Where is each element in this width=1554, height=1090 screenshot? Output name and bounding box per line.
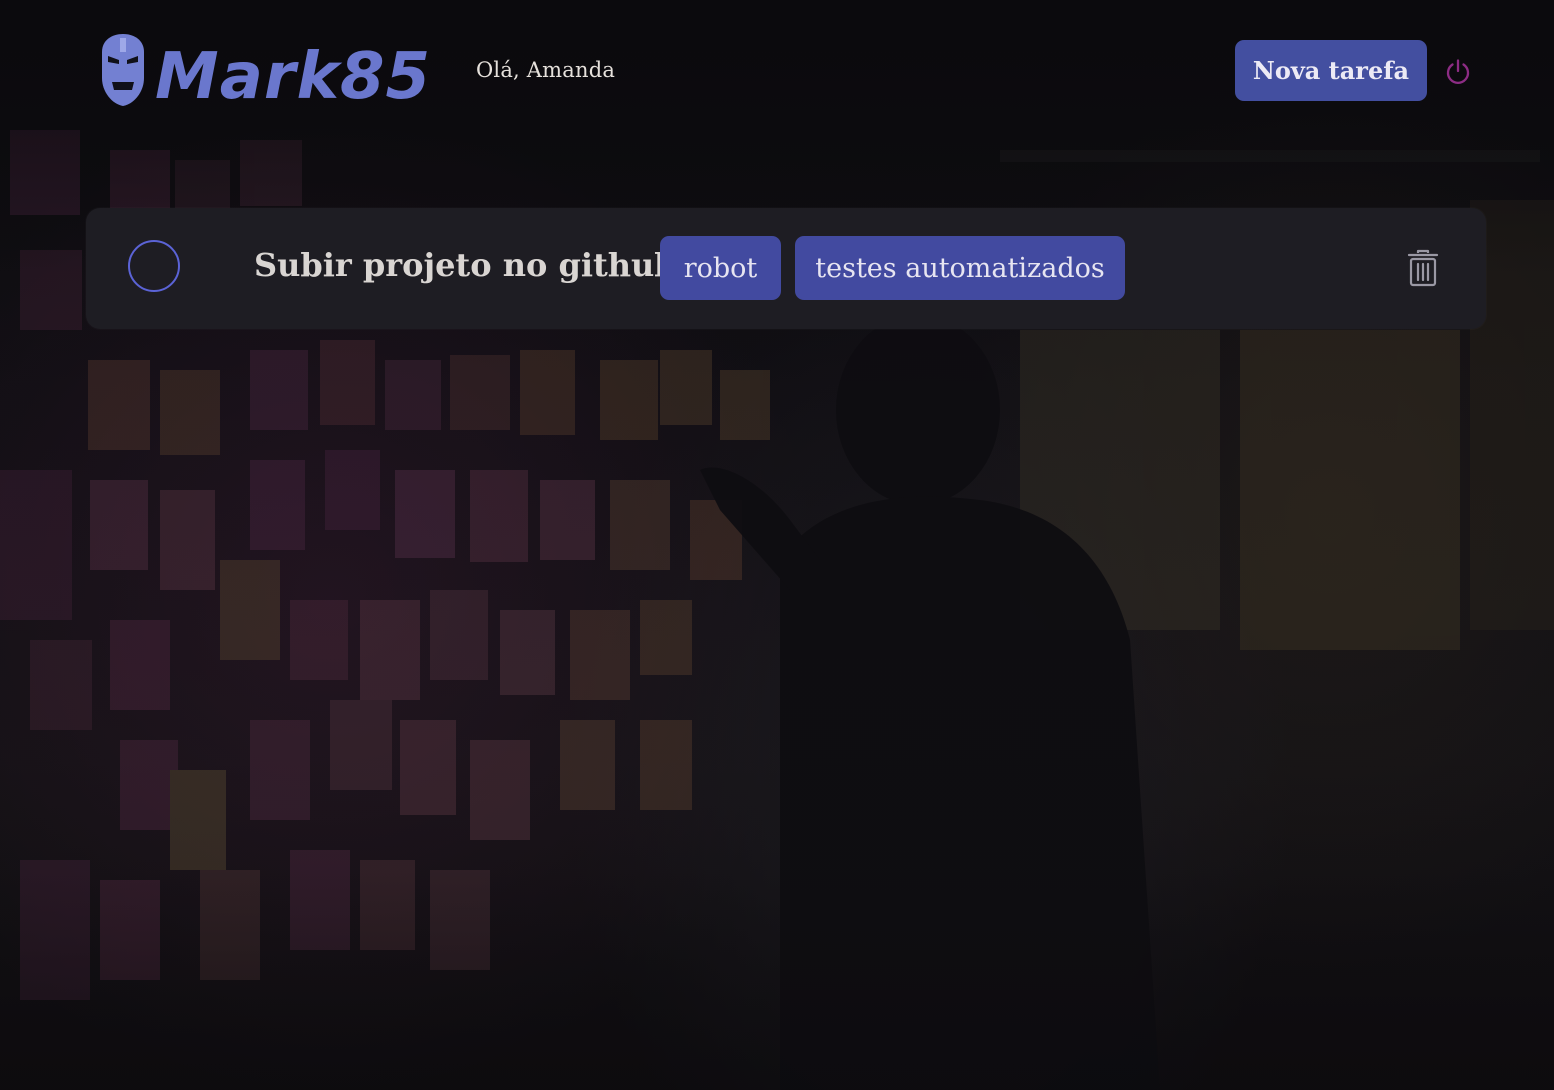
trash-icon [1407,249,1439,287]
iron-helmet-icon [102,34,144,106]
task-tag[interactable]: robot [660,236,781,300]
mark85-logo[interactable]: Mark85 [100,34,445,108]
task-card: Subir projeto no github robot testes aut… [86,208,1486,329]
task-title[interactable]: Subir projeto no github [254,246,677,284]
task-tag[interactable]: testes automatizados [795,236,1125,300]
delete-task-button[interactable] [1406,248,1440,288]
page: Mark85 Olá, Amanda Nova tarefa Subir pro… [0,0,1554,1090]
new-task-button[interactable]: Nova tarefa [1235,40,1427,101]
power-icon [1446,59,1470,84]
logout-button[interactable] [1442,56,1474,88]
top-bar: Mark85 Olá, Amanda Nova tarefa [0,0,1554,140]
background-photo [0,0,1554,1090]
task-complete-toggle[interactable] [128,240,180,292]
greeting-text: Olá, Amanda [476,58,616,82]
logo-text: Mark85 [155,40,431,108]
